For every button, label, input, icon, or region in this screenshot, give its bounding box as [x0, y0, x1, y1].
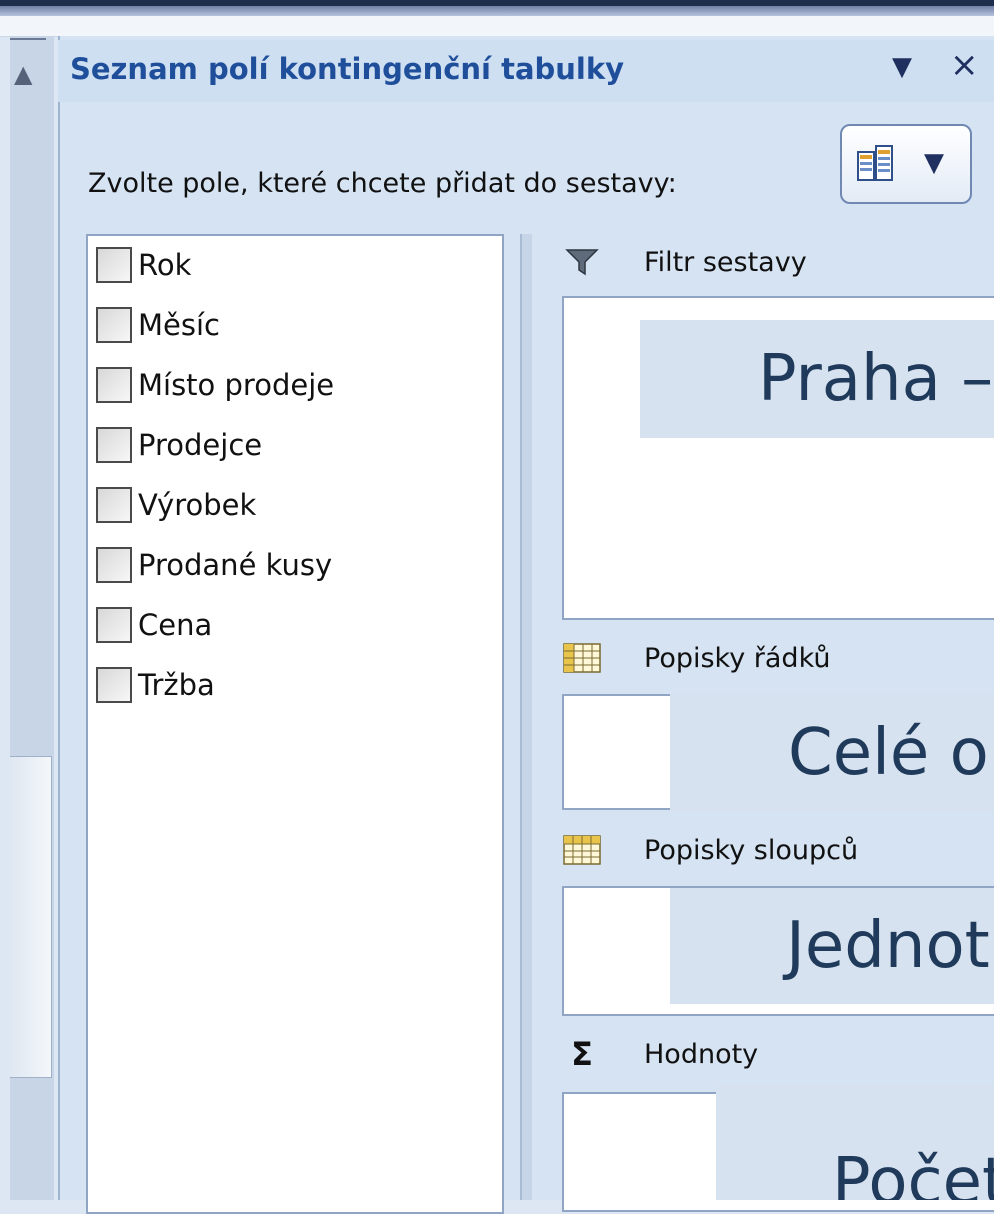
checkbox[interactable] [96, 427, 132, 463]
checkbox[interactable] [96, 667, 132, 703]
field-item-mesic[interactable]: Měsíc [96, 300, 220, 350]
scroll-grip[interactable] [10, 38, 46, 50]
checkbox[interactable] [96, 307, 132, 343]
pane-menu-button[interactable]: ▼ [892, 52, 912, 82]
overlay-filter: Praha – [640, 320, 994, 438]
instruction-text: Zvolte pole, které chcete přidat do sest… [88, 168, 677, 199]
field-label: Rok [138, 248, 192, 282]
area-header-rows: Popisky řádků [562, 634, 830, 682]
area-header-values: Σ Hodnoty [562, 1030, 758, 1078]
scroll-up-icon[interactable]: ▲ [14, 62, 32, 86]
overlay-columns: Jednot [670, 888, 994, 1004]
chevron-down-icon: ▼ [924, 148, 944, 178]
field-item-prodane-kusy[interactable]: Prodané kusy [96, 540, 332, 590]
area-label-values: Hodnoty [644, 1038, 759, 1070]
field-item-prodejce[interactable]: Prodejce [96, 420, 262, 470]
sigma-icon: Σ [562, 1035, 602, 1073]
pane-title: Seznam polí kontingenční tabulky [70, 52, 625, 86]
checkbox[interactable] [96, 547, 132, 583]
area-header-filter: Filtr sestavy [562, 238, 807, 286]
field-item-vyrobek[interactable]: Výrobek [96, 480, 256, 530]
area-label-rows: Popisky řádků [644, 642, 831, 674]
area-label-columns: Popisky sloupců [644, 834, 859, 866]
close-icon[interactable]: × [950, 48, 979, 82]
field-list[interactable]: Rok Měsíc Místo prodeje Prodejce Výrobek… [86, 234, 504, 1214]
area-label-filter: Filtr sestavy [644, 246, 807, 278]
field-item-trzba[interactable]: Tržba [96, 660, 215, 710]
field-label: Prodané kusy [138, 548, 333, 582]
checkbox[interactable] [96, 367, 132, 403]
field-label: Prodejce [138, 428, 263, 462]
checkbox[interactable] [96, 607, 132, 643]
field-item-cena[interactable]: Cena [96, 600, 212, 650]
field-label: Výrobek [138, 488, 257, 522]
sigma-glyph: Σ [571, 1035, 593, 1073]
checkbox[interactable] [96, 487, 132, 523]
field-label: Měsíc [138, 308, 220, 342]
overlay-rows: Celé o [670, 694, 994, 812]
area-header-columns: Popisky sloupců [562, 826, 858, 874]
field-item-rok[interactable]: Rok [96, 240, 191, 290]
top-strip [0, 16, 994, 37]
grid-icon [562, 832, 602, 868]
layout-icon [857, 145, 893, 181]
pane-splitter[interactable] [520, 234, 532, 1200]
field-item-misto-prodeje[interactable]: Místo prodeje [96, 360, 334, 410]
filter-icon [562, 244, 602, 280]
field-label: Cena [138, 608, 213, 642]
checkbox[interactable] [96, 247, 132, 283]
overlay-values: Počet [716, 1084, 994, 1200]
layout-button[interactable]: ▼ [840, 124, 972, 204]
grid-icon [562, 640, 602, 676]
titlebar-gradient [0, 6, 994, 16]
field-label: Místo prodeje [138, 368, 335, 402]
field-label: Tržba [138, 668, 215, 702]
scroll-thumb[interactable] [10, 756, 52, 1078]
